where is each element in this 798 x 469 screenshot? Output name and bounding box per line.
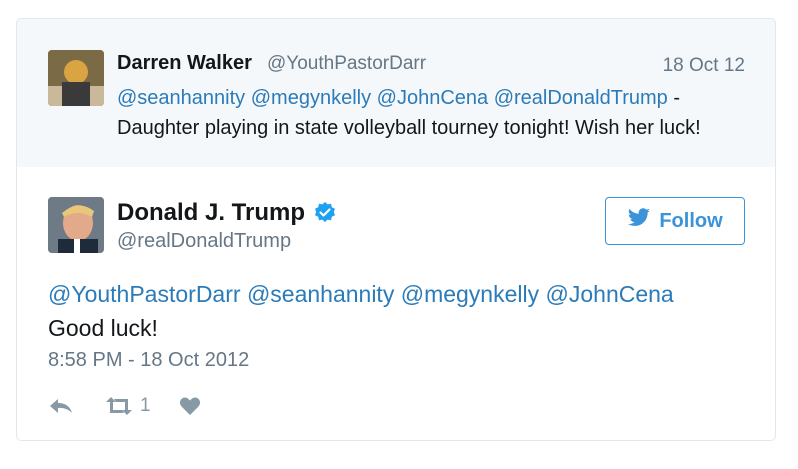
- mention-link[interactable]: @seanhannity: [247, 281, 394, 307]
- mention-link[interactable]: @seanhannity: [117, 87, 245, 109]
- author-handle[interactable]: @realDonaldTrump: [117, 230, 291, 253]
- mention-link[interactable]: @JohnCena: [377, 87, 488, 109]
- quoted-author-name[interactable]: Darren Walker: [117, 52, 252, 75]
- tweet-text: @YouthPastorDarr @seanhannity @megynkell…: [48, 277, 748, 345]
- tweet-actions: 1: [48, 391, 201, 421]
- mention-link[interactable]: @realDonaldTrump: [494, 87, 668, 109]
- quoted-author-handle[interactable]: @YouthPastorDarr: [267, 53, 426, 75]
- author-name[interactable]: Donald J. Trump: [117, 199, 337, 227]
- reply-icon: [48, 396, 74, 416]
- mention-link[interactable]: @megynkelly: [251, 87, 371, 109]
- reply-button[interactable]: [48, 396, 74, 416]
- retweet-count: 1: [140, 395, 151, 416]
- follow-label: Follow: [659, 209, 723, 232]
- embedded-tweet-card: Darren Walker @YouthPastorDarr 18 Oct 12…: [16, 18, 776, 441]
- follow-button[interactable]: Follow: [605, 197, 745, 245]
- mention-link[interactable]: @megynkelly: [401, 281, 539, 307]
- twitter-bird-icon: [627, 208, 659, 234]
- quoted-tweet-text: @seanhannity @megynkelly @JohnCena @real…: [117, 83, 757, 143]
- verified-badge-icon: [313, 201, 337, 225]
- retweet-icon: [104, 396, 134, 416]
- heart-icon: [179, 396, 201, 416]
- quoted-tweet-date[interactable]: 18 Oct 12: [663, 55, 745, 77]
- quoted-tweet[interactable]: Darren Walker @YouthPastorDarr 18 Oct 12…: [17, 19, 775, 167]
- quoted-author-avatar[interactable]: [48, 50, 104, 106]
- author-name-text[interactable]: Donald J. Trump: [117, 199, 305, 227]
- tweet-body: Good luck!: [48, 315, 158, 341]
- like-button[interactable]: [179, 396, 201, 416]
- tweet-timestamp[interactable]: 8:58 PM - 18 Oct 2012: [48, 349, 249, 372]
- retweet-button[interactable]: 1: [104, 395, 151, 417]
- text-separator: -: [667, 87, 680, 109]
- author-avatar[interactable]: [48, 197, 104, 253]
- mention-link[interactable]: @JohnCena: [546, 281, 674, 307]
- quoted-tweet-body: Daughter playing in state volleyball tou…: [117, 117, 701, 139]
- mention-link[interactable]: @YouthPastorDarr: [48, 281, 241, 307]
